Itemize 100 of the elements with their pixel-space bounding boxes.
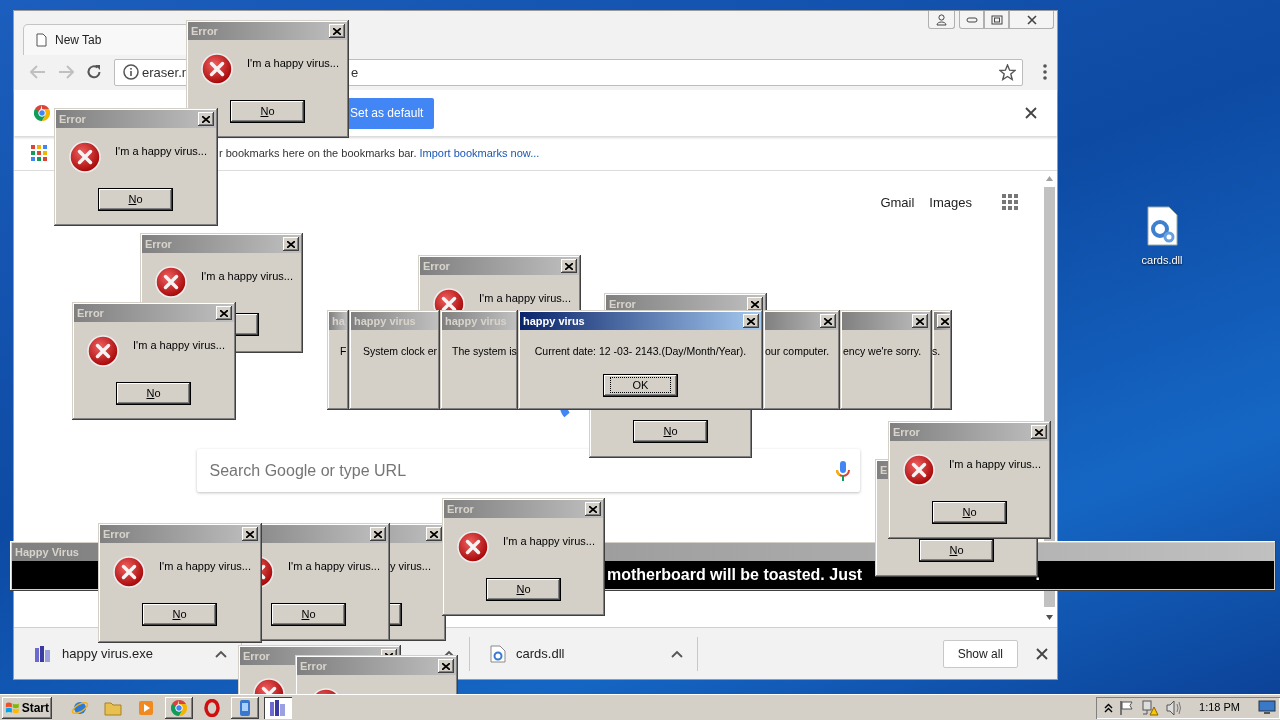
close-button[interactable] [820, 314, 836, 328]
close-button[interactable] [216, 306, 232, 320]
monitor-icon[interactable] [1258, 700, 1276, 715]
message-text: I'm a happy virus... [115, 144, 207, 159]
close-button[interactable] [747, 297, 763, 311]
dialog-button[interactable]: No [919, 539, 994, 562]
browser-logo-icon [34, 105, 50, 121]
chevron-up-icon[interactable] [1104, 702, 1114, 713]
minimize-button[interactable] [959, 11, 984, 29]
close-icon [751, 300, 759, 308]
dialog-button[interactable]: No [98, 188, 173, 211]
restore-button[interactable] [984, 11, 1009, 29]
bookmarks-hint: r bookmarks here on the bookmarks bar. [219, 145, 417, 161]
caret-icon[interactable] [671, 649, 683, 658]
apps-grid-icon[interactable] [1002, 194, 1018, 211]
close-button[interactable] [585, 502, 601, 516]
dialog-button[interactable]: No [633, 420, 708, 443]
speaker-icon[interactable] [1165, 699, 1184, 716]
close-icon [747, 317, 755, 325]
file-gear-icon [490, 644, 506, 663]
desktop-icon-label[interactable]: cards.dll [1141, 252, 1183, 269]
network-icon[interactable] [1141, 699, 1160, 716]
close-icon [246, 530, 254, 538]
header-link[interactable]: Gmail [880, 192, 915, 213]
close-icon [430, 530, 438, 538]
close-button[interactable] [198, 112, 214, 126]
dialog-button[interactable]: OK [603, 374, 678, 397]
message-text: Current date: 12 -03- 2143.(Day/Month/Year). [533, 344, 748, 359]
close-button[interactable] [329, 24, 345, 38]
menu-icon[interactable] [1043, 64, 1047, 81]
window-title: Error [423, 258, 450, 274]
window-title: Error [145, 236, 172, 252]
dialog-button[interactable]: No [932, 501, 1007, 524]
dialog-button[interactable]: No [271, 603, 346, 626]
close-icon[interactable] [1025, 107, 1037, 119]
close-icon [941, 317, 949, 325]
minimize-icon [965, 16, 978, 23]
message-text: I'm a happy virus... [479, 291, 571, 306]
dialog-button[interactable]: No [116, 382, 191, 405]
folder-icon [104, 699, 122, 716]
dialog-button[interactable]: No [230, 100, 305, 123]
download-name[interactable]: happy virus.exe [62, 643, 154, 664]
app-icon [239, 698, 251, 717]
profile-button[interactable] [928, 11, 955, 29]
message-text: F [340, 345, 347, 357]
header-link[interactable]: Images [929, 192, 972, 213]
message-text: ency we're sorry. [843, 345, 922, 357]
close-icon [442, 662, 450, 670]
banner-text: motherboard will be toasted. Just [607, 565, 863, 585]
start-button[interactable]: Start [2, 696, 52, 719]
close-button[interactable] [283, 237, 299, 251]
microphone-icon[interactable] [835, 459, 850, 482]
apps-icon[interactable] [31, 145, 47, 162]
reload-icon[interactable] [86, 64, 102, 81]
message-text: I'm a happy virus... [503, 534, 595, 549]
show-all-button[interactable]: Show all [942, 639, 1018, 668]
close-button[interactable] [426, 527, 442, 541]
window-title: E [880, 462, 888, 478]
file-gear-icon[interactable] [1145, 206, 1179, 246]
close-icon [565, 262, 573, 270]
play-icon [138, 699, 154, 716]
close-button[interactable] [1031, 425, 1047, 439]
star-icon[interactable] [999, 63, 1016, 81]
close-button[interactable] [912, 314, 928, 328]
window-title: happy virus [523, 313, 585, 329]
person-icon [936, 13, 947, 26]
search-field[interactable]: Search Google or type URL [209, 458, 836, 483]
window-title: Error [103, 526, 130, 542]
download-name[interactable]: cards.dll [516, 643, 565, 664]
taskbar-button[interactable] [231, 696, 259, 719]
message-text: I'm a happy virus... [247, 56, 339, 71]
close-button[interactable] [242, 527, 258, 541]
close-button[interactable] [438, 659, 454, 673]
close-button[interactable] [743, 314, 759, 328]
import-link[interactable]: Import bookmarks now... [419, 144, 540, 162]
message-text: The system is [452, 345, 517, 357]
clock[interactable]: 1:18 PM [1199, 699, 1240, 716]
window-title: Error [893, 424, 920, 440]
close-button[interactable] [370, 527, 386, 541]
close-icon [824, 317, 832, 325]
taskbar-button[interactable] [165, 696, 193, 719]
message-text: our computer. [765, 345, 830, 357]
restore-icon [990, 14, 1003, 25]
dialog-button[interactable]: No [142, 603, 217, 626]
close-icon [374, 530, 382, 538]
books-icon [269, 698, 287, 717]
close-icon [1025, 14, 1038, 25]
close-icon[interactable] [1036, 647, 1048, 660]
caret-icon[interactable] [215, 649, 227, 658]
window-title: Error [77, 305, 104, 321]
message-text: y virus... [390, 559, 431, 574]
flag-icon[interactable] [1119, 699, 1136, 716]
message-text: I'm a happy virus... [159, 559, 251, 574]
browser-logo-icon [171, 699, 187, 716]
close-icon [220, 309, 228, 317]
window-title: Error [447, 501, 474, 517]
close-button[interactable] [561, 259, 577, 273]
dialog-button[interactable]: No [486, 578, 561, 601]
window-title: Error [609, 296, 636, 312]
taskbar-button[interactable] [264, 696, 292, 719]
